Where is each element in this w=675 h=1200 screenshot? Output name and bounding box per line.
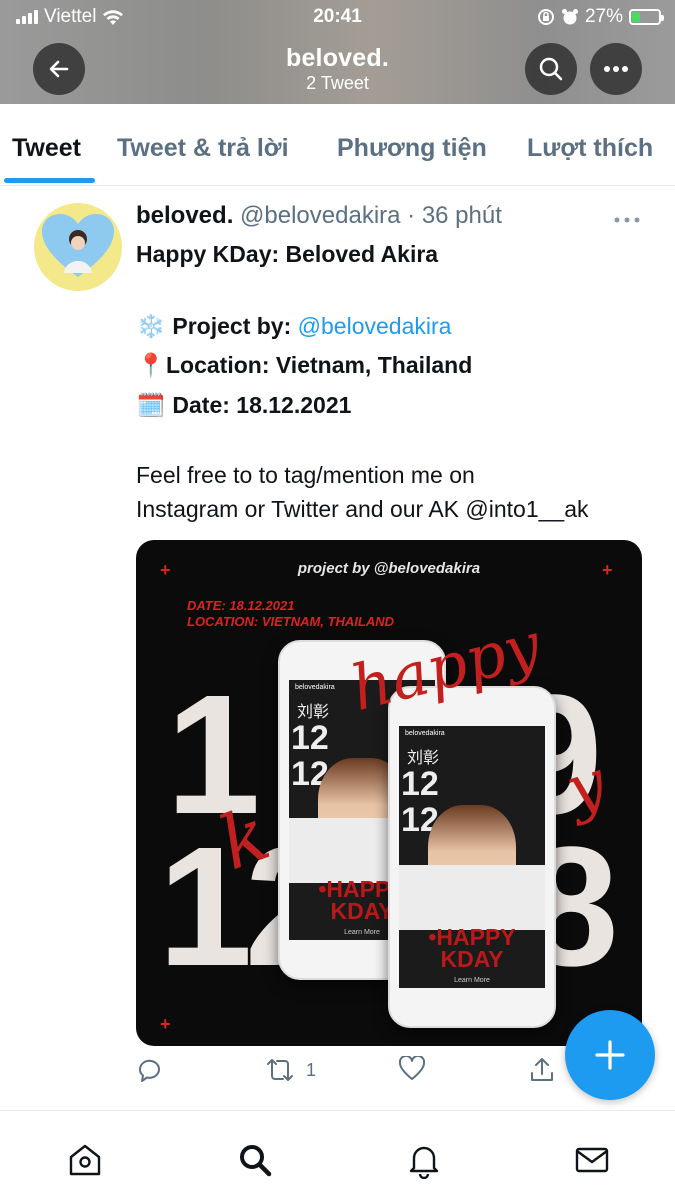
- tweet-more-button[interactable]: [614, 210, 640, 228]
- snowflake-icon: ❄️: [136, 313, 166, 339]
- battery-icon: [629, 9, 664, 25]
- rotation-lock-icon: [537, 9, 554, 25]
- plus-icon: [595, 1040, 625, 1070]
- learn-more-label: Learn More: [454, 977, 490, 984]
- author-avatar[interactable]: [34, 203, 122, 291]
- nav-search[interactable]: [236, 1141, 274, 1179]
- date-text: Date: 18.12.2021: [172, 392, 352, 418]
- retweet-icon: [267, 1059, 293, 1081]
- like-button[interactable]: [398, 1056, 426, 1082]
- media-date-line: DATE: 18.12.2021: [187, 598, 295, 613]
- project-mention-link[interactable]: @belovedakira: [298, 313, 452, 339]
- phone-account-name: belovedakira: [295, 684, 335, 691]
- author-name[interactable]: beloved.: [136, 202, 233, 229]
- active-tab-indicator: [4, 178, 95, 183]
- profile-tabs: Tweet Tweet & trả lời Phương tiện Lượt t…: [0, 104, 675, 186]
- tweet-line-location: 📍Location: Vietnam, Thailand: [136, 348, 656, 382]
- tab-tweets-and-replies[interactable]: Tweet & trả lời: [117, 134, 289, 163]
- search-icon: [539, 57, 563, 81]
- plus-decoration: +: [160, 1014, 171, 1034]
- nav-home[interactable]: [66, 1141, 104, 1179]
- tab-media[interactable]: Phương tiện: [337, 134, 487, 163]
- share-icon: [531, 1058, 553, 1081]
- bell-icon: [409, 1146, 439, 1180]
- tab-tweets[interactable]: Tweet: [12, 134, 81, 163]
- portrait-shirt: [399, 864, 545, 931]
- happy-kday-text: •HAPPY KDAY: [428, 923, 516, 972]
- nav-notifications[interactable]: [405, 1141, 443, 1180]
- status-bar-right: 27%: [537, 6, 664, 28]
- tab-likes[interactable]: Lượt thích: [527, 134, 653, 163]
- retweet-count: 1: [306, 1059, 317, 1080]
- tweet-time: · 36 phút: [407, 202, 502, 229]
- bottom-navigation: [0, 1110, 675, 1200]
- reply-icon: [139, 1059, 160, 1082]
- search-icon: [240, 1145, 272, 1177]
- share-button[interactable]: [528, 1056, 556, 1084]
- tweet-line-project: ❄️ Project by: @belovedakira: [136, 309, 656, 343]
- calendar-icon: 🗓️: [136, 392, 166, 418]
- tweet-line-title: Happy KDay: Beloved Akira: [136, 241, 439, 267]
- battery-percent: 27%: [584, 6, 623, 27]
- media-date-info: DATE: 18.12.2021 LOCATION: VIETNAM, THAI…: [187, 598, 394, 630]
- tweet-body-line1: Feel free to to tag/mention me on: [136, 462, 475, 488]
- profile-header-banner: Viettel 20:41 27% beloved. 2 Tweet: [0, 0, 675, 104]
- plus-decoration: +: [602, 560, 613, 580]
- author-handle[interactable]: @belovedakira: [240, 202, 400, 229]
- alarm-icon: [561, 9, 578, 25]
- phone-mockup-front: belovedakira 刘彰 12 12 •HAPPY KDAY Learn Mo…: [388, 686, 556, 1028]
- status-bar: Viettel 20:41 27%: [0, 0, 675, 34]
- nav-messages[interactable]: [573, 1141, 611, 1179]
- heart-avatar-image: [42, 214, 114, 277]
- more-options-button[interactable]: [590, 43, 642, 95]
- plus-decoration: +: [160, 560, 171, 580]
- mail-icon: [575, 1147, 609, 1173]
- retweet-button[interactable]: 1: [264, 1056, 316, 1084]
- tweet-body-line2: Instagram or Twitter and our AK @into1__…: [136, 496, 589, 522]
- heart-icon: [398, 1056, 426, 1080]
- tweet-media-image[interactable]: project by @belovedakira DATE: 18.12.202…: [136, 540, 642, 1046]
- phone-screen: belovedakira 刘彰 12 12 •HAPPY KDAY Learn Mo…: [399, 726, 545, 988]
- home-icon: [69, 1144, 101, 1176]
- tweet-header: beloved. @belovedakira · 36 phút: [136, 202, 502, 230]
- more-horizontal-icon: [604, 66, 628, 72]
- tweet-actions: 1: [136, 1056, 576, 1092]
- media-location-line: LOCATION: VIETNAM, THAILAND: [187, 614, 395, 629]
- tweet-line-date: 🗓️ Date: 18.12.2021: [136, 388, 656, 422]
- location-text: Location: Vietnam, Thailand: [166, 352, 473, 378]
- more-horizontal-icon: [614, 217, 640, 223]
- reply-button[interactable]: [136, 1056, 164, 1084]
- compose-tweet-button[interactable]: [565, 1010, 655, 1100]
- project-label: Project by:: [172, 313, 292, 339]
- media-caption: project by @belovedakira: [297, 560, 481, 577]
- pin-icon: 📍: [136, 352, 166, 378]
- phone-account-name: belovedakira: [405, 730, 445, 737]
- search-button[interactable]: [525, 43, 577, 95]
